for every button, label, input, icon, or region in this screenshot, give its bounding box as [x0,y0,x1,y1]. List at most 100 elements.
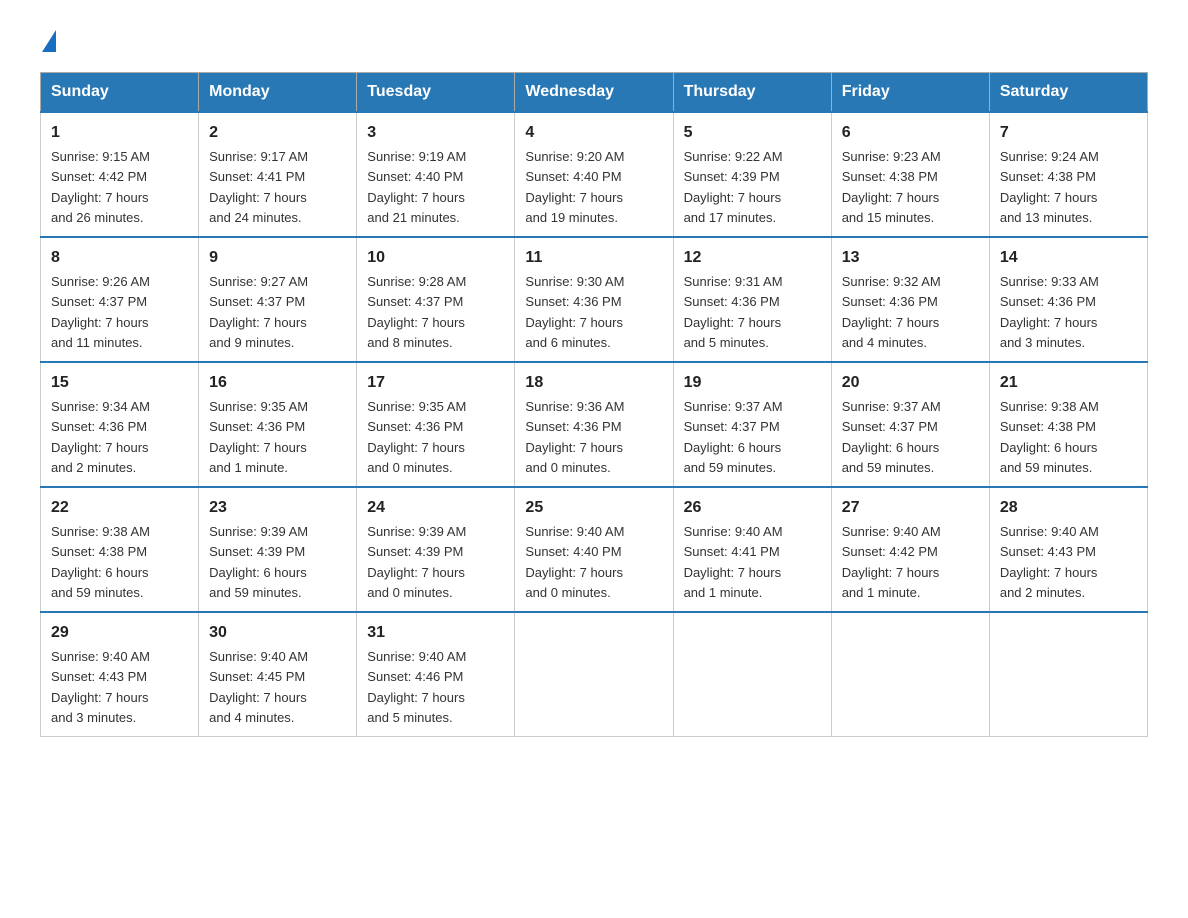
weekday-header-monday: Monday [199,73,357,113]
day-info: Sunrise: 9:20 AM Sunset: 4:40 PM Dayligh… [525,149,624,225]
day-info: Sunrise: 9:17 AM Sunset: 4:41 PM Dayligh… [209,149,308,225]
day-number: 13 [842,246,979,270]
day-info: Sunrise: 9:19 AM Sunset: 4:40 PM Dayligh… [367,149,466,225]
logo [40,30,58,52]
calendar-cell: 31 Sunrise: 9:40 AM Sunset: 4:46 PM Dayli… [357,612,515,737]
calendar-cell: 1 Sunrise: 9:15 AM Sunset: 4:42 PM Daylig… [41,112,199,237]
day-number: 20 [842,371,979,395]
calendar-cell: 21Sunrise: 9:38 AM Sunset: 4:38 PM Dayli… [989,362,1147,487]
day-number: 22 [51,496,188,520]
calendar-cell: 14Sunrise: 9:33 AM Sunset: 4:36 PM Dayli… [989,237,1147,362]
day-info: Sunrise: 9:40 AM Sunset: 4:45 PM Dayligh… [209,649,308,725]
day-info: Sunrise: 9:15 AM Sunset: 4:42 PM Dayligh… [51,149,150,225]
day-number: 7 [1000,121,1137,145]
calendar-cell: 26 Sunrise: 9:40 AM Sunset: 4:41 PM Dayli… [673,487,831,612]
day-info: Sunrise: 9:37 AM Sunset: 4:37 PM Dayligh… [684,399,783,475]
day-number: 5 [684,121,821,145]
calendar-cell: 6 Sunrise: 9:23 AM Sunset: 4:38 PM Daylig… [831,112,989,237]
weekday-header-wednesday: Wednesday [515,73,673,113]
calendar-cell: 9Sunrise: 9:27 AM Sunset: 4:37 PM Daylig… [199,237,357,362]
day-info: Sunrise: 9:40 AM Sunset: 4:46 PM Dayligh… [367,649,466,725]
calendar-cell: 3 Sunrise: 9:19 AM Sunset: 4:40 PM Daylig… [357,112,515,237]
day-info: Sunrise: 9:37 AM Sunset: 4:37 PM Dayligh… [842,399,941,475]
day-number: 26 [684,496,821,520]
day-info: Sunrise: 9:40 AM Sunset: 4:43 PM Dayligh… [51,649,150,725]
calendar-week-row: 29 Sunrise: 9:40 AM Sunset: 4:43 PM Dayli… [41,612,1148,737]
day-info: Sunrise: 9:22 AM Sunset: 4:39 PM Dayligh… [684,149,783,225]
day-info: Sunrise: 9:40 AM Sunset: 4:42 PM Dayligh… [842,524,941,600]
weekday-header-tuesday: Tuesday [357,73,515,113]
day-number: 8 [51,246,188,270]
weekday-header-friday: Friday [831,73,989,113]
calendar-cell: 22 Sunrise: 9:38 AM Sunset: 4:38 PM Dayli… [41,487,199,612]
calendar-cell: 4 Sunrise: 9:20 AM Sunset: 4:40 PM Daylig… [515,112,673,237]
day-number: 19 [684,371,821,395]
calendar-cell: 17 Sunrise: 9:35 AM Sunset: 4:36 PM Dayli… [357,362,515,487]
day-number: 14 [1000,246,1137,270]
day-number: 4 [525,121,662,145]
day-number: 1 [51,121,188,145]
calendar-cell: 5 Sunrise: 9:22 AM Sunset: 4:39 PM Daylig… [673,112,831,237]
calendar-cell: 11 Sunrise: 9:30 AM Sunset: 4:36 PM Dayli… [515,237,673,362]
day-number: 31 [367,621,504,645]
calendar-cell: 16 Sunrise: 9:35 AM Sunset: 4:36 PM Dayli… [199,362,357,487]
day-number: 28 [1000,496,1137,520]
day-number: 29 [51,621,188,645]
calendar-week-row: 8 Sunrise: 9:26 AM Sunset: 4:37 PM Daylig… [41,237,1148,362]
calendar-cell [515,612,673,737]
calendar-week-row: 15Sunrise: 9:34 AM Sunset: 4:36 PM Dayli… [41,362,1148,487]
calendar-cell: 19 Sunrise: 9:37 AM Sunset: 4:37 PM Dayli… [673,362,831,487]
day-number: 23 [209,496,346,520]
day-number: 18 [525,371,662,395]
day-number: 16 [209,371,346,395]
day-info: Sunrise: 9:23 AM Sunset: 4:38 PM Dayligh… [842,149,941,225]
calendar-cell: 12Sunrise: 9:31 AM Sunset: 4:36 PM Dayli… [673,237,831,362]
day-number: 30 [209,621,346,645]
day-info: Sunrise: 9:34 AM Sunset: 4:36 PM Dayligh… [51,399,150,475]
calendar-cell: 7Sunrise: 9:24 AM Sunset: 4:38 PM Daylig… [989,112,1147,237]
day-info: Sunrise: 9:38 AM Sunset: 4:38 PM Dayligh… [1000,399,1099,475]
calendar-cell [831,612,989,737]
calendar-cell: 27 Sunrise: 9:40 AM Sunset: 4:42 PM Dayli… [831,487,989,612]
calendar-cell: 28 Sunrise: 9:40 AM Sunset: 4:43 PM Dayli… [989,487,1147,612]
day-info: Sunrise: 9:39 AM Sunset: 4:39 PM Dayligh… [367,524,466,600]
day-info: Sunrise: 9:35 AM Sunset: 4:36 PM Dayligh… [367,399,466,475]
calendar-week-row: 22 Sunrise: 9:38 AM Sunset: 4:38 PM Dayli… [41,487,1148,612]
weekday-header-thursday: Thursday [673,73,831,113]
day-info: Sunrise: 9:26 AM Sunset: 4:37 PM Dayligh… [51,274,150,350]
day-info: Sunrise: 9:40 AM Sunset: 4:40 PM Dayligh… [525,524,624,600]
calendar-cell: 20 Sunrise: 9:37 AM Sunset: 4:37 PM Dayli… [831,362,989,487]
day-info: Sunrise: 9:40 AM Sunset: 4:41 PM Dayligh… [684,524,783,600]
day-number: 24 [367,496,504,520]
calendar-cell [989,612,1147,737]
day-info: Sunrise: 9:38 AM Sunset: 4:38 PM Dayligh… [51,524,150,600]
day-info: Sunrise: 9:27 AM Sunset: 4:37 PM Dayligh… [209,274,308,350]
day-info: Sunrise: 9:32 AM Sunset: 4:36 PM Dayligh… [842,274,941,350]
day-info: Sunrise: 9:35 AM Sunset: 4:36 PM Dayligh… [209,399,308,475]
calendar-cell: 30 Sunrise: 9:40 AM Sunset: 4:45 PM Dayli… [199,612,357,737]
day-info: Sunrise: 9:40 AM Sunset: 4:43 PM Dayligh… [1000,524,1099,600]
calendar-cell: 24 Sunrise: 9:39 AM Sunset: 4:39 PM Dayli… [357,487,515,612]
calendar-cell: 25 Sunrise: 9:40 AM Sunset: 4:40 PM Dayli… [515,487,673,612]
calendar-cell: 15Sunrise: 9:34 AM Sunset: 4:36 PM Dayli… [41,362,199,487]
calendar-cell: 2Sunrise: 9:17 AM Sunset: 4:41 PM Daylig… [199,112,357,237]
weekday-header-sunday: Sunday [41,73,199,113]
day-number: 17 [367,371,504,395]
weekday-header-saturday: Saturday [989,73,1147,113]
day-info: Sunrise: 9:39 AM Sunset: 4:39 PM Dayligh… [209,524,308,600]
logo-triangle-icon [42,30,56,52]
calendar-table: SundayMondayTuesdayWednesdayThursdayFrid… [40,72,1148,737]
day-number: 3 [367,121,504,145]
calendar-cell: 29 Sunrise: 9:40 AM Sunset: 4:43 PM Dayli… [41,612,199,737]
day-number: 6 [842,121,979,145]
calendar-cell: 13 Sunrise: 9:32 AM Sunset: 4:36 PM Dayli… [831,237,989,362]
weekday-header-row: SundayMondayTuesdayWednesdayThursdayFrid… [41,73,1148,113]
day-info: Sunrise: 9:30 AM Sunset: 4:36 PM Dayligh… [525,274,624,350]
day-number: 27 [842,496,979,520]
day-info: Sunrise: 9:31 AM Sunset: 4:36 PM Dayligh… [684,274,783,350]
day-number: 11 [525,246,662,270]
day-number: 25 [525,496,662,520]
calendar-cell: 18Sunrise: 9:36 AM Sunset: 4:36 PM Dayli… [515,362,673,487]
page-header [40,30,1148,52]
calendar-cell: 23 Sunrise: 9:39 AM Sunset: 4:39 PM Dayli… [199,487,357,612]
